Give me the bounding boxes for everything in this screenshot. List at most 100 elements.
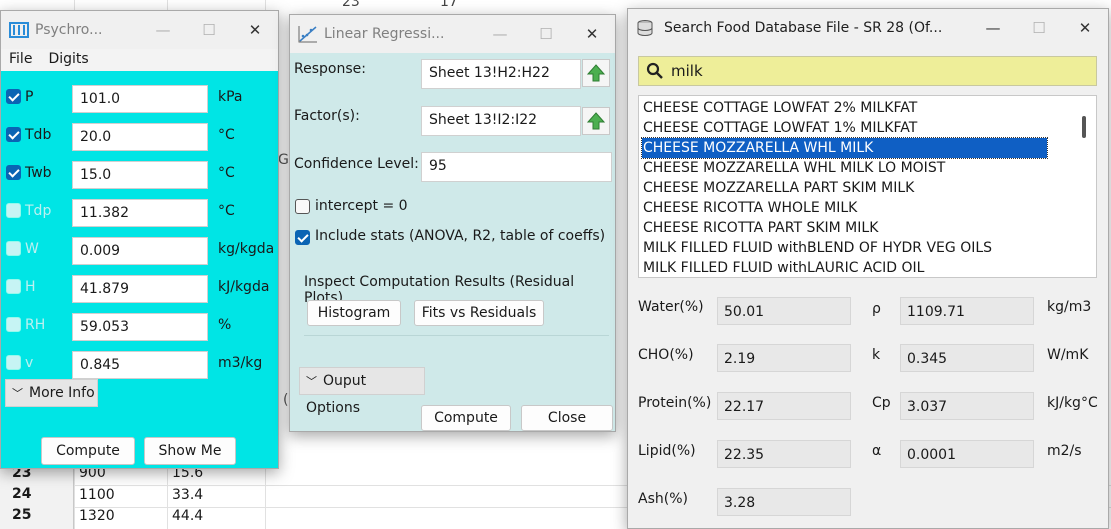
linear-regression-window: Linear Regressi... — ☐ ✕ Response: Sheet… (289, 14, 616, 432)
psychro-body: P 101.0 kPa Tdb 20.0 °C Twb 15.0 °C Tdp … (1, 71, 278, 468)
confidence-field[interactable]: 95 (421, 152, 612, 182)
property-row-rh: RH 59.053 % (1, 309, 278, 341)
sheet-cell[interactable]: 33.4 (172, 487, 203, 503)
psychro-app-icon (9, 21, 29, 39)
arrow-up-icon (586, 112, 606, 130)
ash-value: 3.28 (717, 488, 851, 516)
stats-label: Include stats (ANOVA, R2, table of coeff… (315, 228, 606, 244)
food-titlebar[interactable]: Search Food Database File - SR 28 (Of...… (628, 9, 1108, 47)
sheet-cell[interactable]: 17 (440, 0, 458, 10)
twb-field[interactable]: 15.0 (72, 161, 208, 189)
list-scrollbar-thumb[interactable] (1082, 116, 1086, 138)
more-info-expander[interactable]: ﹀ More Info (5, 379, 98, 407)
diffusivity-value: 0.0001 (900, 440, 1034, 468)
close-button[interactable]: ✕ (569, 15, 615, 53)
output-options-expander[interactable]: ﹀ Ouput Options (299, 367, 425, 416)
regression-body: Response: Sheet 13!H2:H22 Factor(s): She… (290, 53, 615, 431)
p-field[interactable]: 101.0 (72, 85, 208, 113)
property-label: v (25, 355, 34, 371)
protein-label: Protein(%) (638, 395, 712, 411)
list-item[interactable]: CHEESE MOZZARELLA WHL MILK LO MOIST (642, 158, 945, 178)
lipid-value: 22.35 (717, 440, 851, 468)
rh-field[interactable]: 59.053 (72, 313, 208, 341)
sheet-cell[interactable]: 44.4 (172, 508, 203, 524)
response-field[interactable]: Sheet 13!H2:H22 (421, 59, 581, 89)
unit-label: m3/kg (218, 355, 263, 371)
checkbox-h[interactable] (6, 279, 21, 294)
regression-title: Linear Regressi... (324, 26, 445, 42)
stats-checkbox[interactable] (295, 230, 310, 245)
property-row-p: P 101.0 kPa (1, 81, 278, 113)
search-input[interactable]: milk (638, 56, 1097, 86)
checkbox-tdp[interactable] (6, 203, 21, 218)
close-button[interactable]: ✕ (232, 11, 278, 49)
water-value: 50.01 (717, 297, 851, 325)
show-me-button[interactable]: Show Me (144, 437, 236, 465)
row-header[interactable]: 25 (0, 507, 74, 529)
checkbox-w[interactable] (6, 241, 21, 256)
psychro-menubar: File Digits (1, 49, 278, 71)
sheet-cell[interactable]: 23 (342, 0, 360, 10)
maximize-button[interactable]: ☐ (186, 11, 232, 49)
list-item[interactable]: MILK FILLED FLUID withLAURIC ACID OIL (642, 258, 924, 277)
v-field[interactable]: 0.845 (72, 351, 208, 379)
checkbox-v[interactable] (6, 355, 21, 370)
menu-file[interactable]: File (1, 49, 40, 71)
food-title: Search Food Database File - SR 28 (Of... (664, 20, 943, 36)
intercept-checkbox[interactable] (295, 199, 310, 214)
conductivity-unit: W/mK (1047, 347, 1089, 363)
factors-label: Factor(s): (294, 108, 360, 124)
list-item[interactable]: CHEESE COTTAGE LOWFAT 1% MILKFAT (642, 118, 917, 138)
checkbox-twb[interactable] (6, 165, 21, 180)
arrow-up-icon (586, 64, 606, 82)
menu-digits[interactable]: Digits (40, 49, 96, 71)
unit-label: °C (218, 127, 235, 143)
regression-titlebar[interactable]: Linear Regressi... — ☐ ✕ (290, 15, 615, 53)
w-field[interactable]: 0.009 (72, 237, 208, 265)
list-item-selected[interactable]: CHEESE MOZZARELLA WHL MILK (641, 137, 1048, 159)
histogram-button[interactable]: Histogram (307, 300, 401, 326)
water-label: Water(%) (638, 299, 704, 315)
maximize-button[interactable]: ☐ (523, 15, 569, 53)
list-item[interactable]: CHEESE RICOTTA PART SKIM MILK (642, 218, 878, 238)
checkbox-rh[interactable] (6, 317, 21, 332)
property-label: W (25, 241, 39, 257)
list-item[interactable]: MILK FILLED FLUID withBLEND OF HYDR VEG … (642, 238, 992, 258)
lipid-label: Lipid(%) (638, 443, 696, 459)
compute-button[interactable]: Compute (41, 437, 135, 465)
unit-label: °C (218, 165, 235, 181)
minimize-button[interactable]: — (970, 9, 1016, 47)
database-icon (636, 19, 656, 37)
unit-label: % (218, 317, 232, 333)
fits-vs-residuals-button[interactable]: Fits vs Residuals (414, 300, 544, 326)
row-header[interactable]: 24 (0, 486, 74, 507)
sheet-cell[interactable]: 1100 (79, 487, 115, 503)
unit-label: kg/kgda (218, 241, 275, 257)
sheet-cell-partial: ( (283, 392, 289, 408)
compute-button[interactable]: Compute (421, 405, 511, 431)
diffusivity-unit: m2/s (1047, 443, 1082, 459)
list-item[interactable]: CHEESE COTTAGE LOWFAT 2% MILKFAT (642, 98, 917, 118)
divider (304, 335, 609, 336)
checkbox-tdb[interactable] (6, 127, 21, 142)
specific-heat-symbol: Cp (872, 395, 891, 411)
list-item[interactable]: CHEESE RICOTTA WHOLE MILK (642, 198, 857, 218)
list-item[interactable]: CHEESE MOZZARELLA PART SKIM MILK (642, 178, 914, 198)
search-icon (646, 62, 664, 84)
food-results-list[interactable]: CHEESE COTTAGE LOWFAT 2% MILKFAT CHEESE … (638, 95, 1097, 278)
property-label: Twb (25, 165, 52, 181)
close-dialog-button[interactable]: Close (521, 405, 613, 431)
close-button[interactable]: ✕ (1062, 9, 1108, 47)
h-field[interactable]: 41.879 (72, 275, 208, 303)
minimize-button[interactable]: — (140, 11, 186, 49)
sheet-cell[interactable]: 1320 (79, 508, 115, 524)
minimize-button[interactable]: — (477, 15, 523, 53)
response-select-button[interactable] (582, 59, 610, 87)
factors-select-button[interactable] (582, 107, 610, 135)
factors-field[interactable]: Sheet 13!I2:I22 (421, 106, 581, 136)
maximize-button[interactable]: ☐ (1016, 9, 1062, 47)
psychro-titlebar[interactable]: Psychro... — ☐ ✕ (1, 11, 278, 49)
tdb-field[interactable]: 20.0 (72, 123, 208, 151)
tdp-field[interactable]: 11.382 (72, 199, 208, 227)
checkbox-p[interactable] (6, 89, 21, 104)
